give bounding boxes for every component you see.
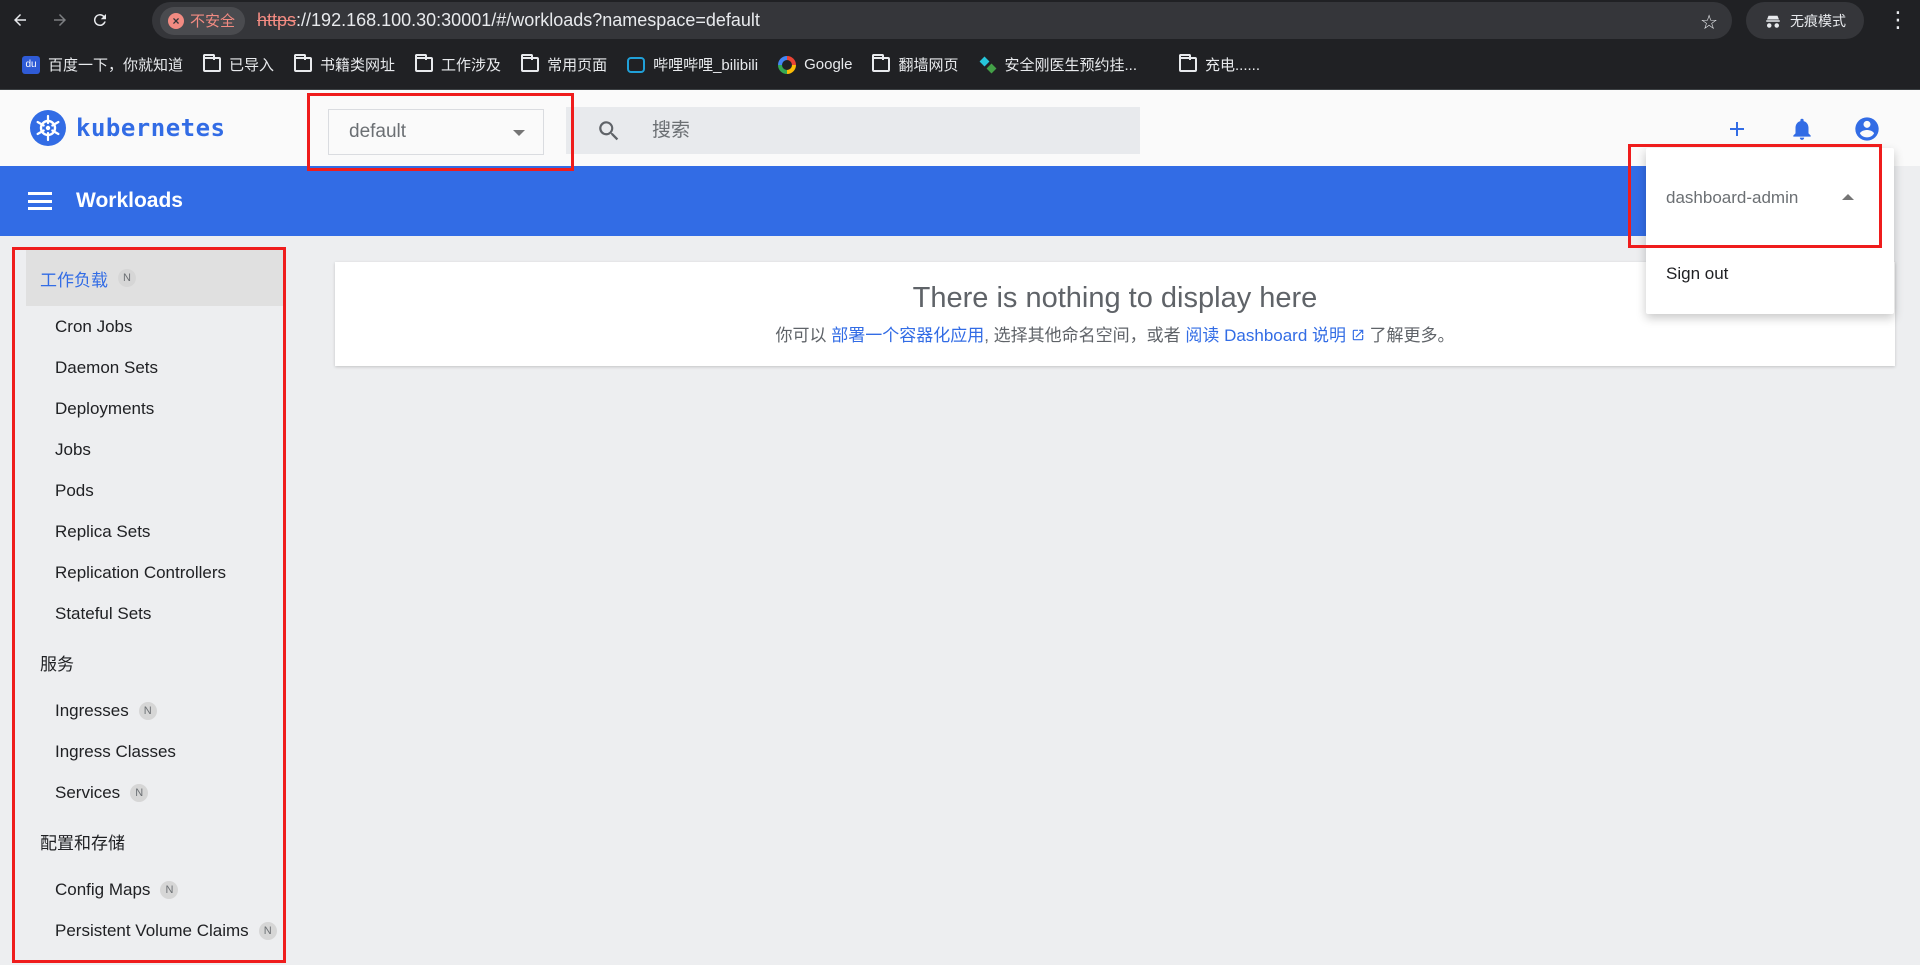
notifications-button[interactable] — [1787, 114, 1817, 144]
sidebar-item-deployments[interactable]: Deployments — [14, 388, 286, 429]
namespaced-badge: N — [118, 269, 136, 287]
namespaced-badge: N — [138, 701, 157, 720]
namespaced-badge: N — [160, 880, 179, 899]
folder-icon — [521, 54, 540, 72]
forward-button[interactable] — [40, 0, 80, 40]
arrow-left-icon — [14, 14, 26, 26]
bookmark-item[interactable]: 书籍类网址 — [284, 49, 405, 81]
reload-button[interactable] — [80, 0, 120, 40]
bookmark-item[interactable]: 翻墙网页 — [862, 49, 968, 81]
kubernetes-logo[interactable]: kubernetes — [30, 110, 226, 146]
account-circle-icon — [1855, 117, 1879, 141]
username-label[interactable]: dashboard-admin — [1666, 188, 1798, 208]
back-button[interactable] — [0, 0, 40, 40]
arrow-right-icon — [54, 14, 66, 26]
sidebar-item-replication-controllers[interactable]: Replication Controllers — [14, 552, 286, 593]
bookmark-item[interactable]: 工作涉及 — [405, 49, 511, 81]
incognito-badge[interactable]: 无痕模式 — [1746, 2, 1864, 39]
baidu-icon: du — [22, 55, 40, 74]
namespaced-badge: N — [258, 921, 277, 940]
page-title: Workloads — [76, 189, 183, 212]
folder-icon — [1179, 54, 1198, 72]
sidebar-section-config-storage[interactable]: 配置和存储 — [14, 813, 286, 869]
sidebar-item-stateful-sets[interactable]: Stateful Sets — [14, 593, 286, 634]
bookmark-item[interactable]: 哔哩哔哩_bilibili — [617, 49, 768, 81]
deploy-app-link[interactable]: 部署一个容器化应用 — [831, 326, 984, 345]
url-text[interactable]: https://192.168.100.30:30001/#/workloads… — [257, 10, 760, 31]
folder-icon — [203, 54, 222, 72]
plus-icon — [1730, 122, 1744, 136]
search-bar[interactable] — [566, 107, 1140, 154]
create-button[interactable] — [1722, 114, 1752, 144]
namespace-select[interactable]: default — [328, 109, 544, 155]
sidebar-item-ingress-classes[interactable]: Ingress Classes — [14, 731, 286, 772]
incognito-label: 无痕模式 — [1790, 12, 1846, 29]
insecure-label: 不安全 — [190, 13, 236, 30]
folder-icon — [872, 54, 891, 72]
namespaced-badge: N — [130, 783, 149, 802]
sign-out-button[interactable]: Sign out — [1666, 264, 1728, 284]
dashboard-docs-link[interactable]: 阅读 Dashboard 说明 — [1185, 326, 1364, 345]
address-bar[interactable]: × 不安全 https://192.168.100.30:30001/#/wor… — [152, 2, 1732, 39]
sidebar-item-jobs[interactable]: Jobs — [14, 429, 286, 470]
bookmark-item[interactable]: du 百度一下，你就知道 — [12, 49, 193, 81]
bell-icon — [1793, 118, 1811, 140]
bookmark-item[interactable]: 常用页面 — [511, 49, 617, 81]
app-header: kubernetes default — [0, 90, 1920, 166]
empty-state-description: 你可以 部署一个容器化应用, 选择其他命名空间，或者 阅读 Dashboard … — [775, 326, 1455, 345]
bookmark-item[interactable]: 已导入 — [193, 49, 284, 81]
bookmark-item[interactable]: 安全刚医生预约挂... — [969, 49, 1148, 81]
google-icon — [778, 55, 797, 74]
brand-name: kubernetes — [76, 114, 226, 142]
insecure-chip[interactable]: × 不安全 — [160, 6, 246, 35]
browser-toolbar: × 不安全 https://192.168.100.30:30001/#/wor… — [0, 0, 1920, 40]
sidebar-section-workloads[interactable]: 工作负载 N — [26, 250, 286, 306]
url-scheme: https — [257, 10, 297, 30]
search-input[interactable] — [652, 119, 1112, 142]
sidebar-item-pods[interactable]: Pods — [14, 470, 286, 511]
page-toolbar: Workloads — [0, 166, 1893, 236]
user-dropdown-menu: dashboard-admin Sign out — [1646, 148, 1894, 314]
sidebar-item-ingresses[interactable]: Ingresses N — [14, 690, 286, 731]
sidebar-item-services[interactable]: Services N — [14, 772, 286, 813]
sidebar-item-replica-sets[interactable]: Replica Sets — [14, 511, 286, 552]
bookmark-star-icon[interactable]: ☆ — [1700, 10, 1718, 35]
sidebar-section-services[interactable]: 服务 — [14, 634, 286, 690]
account-button[interactable] — [1852, 114, 1882, 144]
search-icon — [599, 120, 619, 140]
bookmark-item[interactable]: Google — [768, 49, 862, 81]
folder-icon — [415, 54, 434, 72]
menu-icon[interactable] — [28, 192, 52, 210]
namespace-value: default — [349, 121, 407, 142]
incognito-icon — [1766, 15, 1780, 28]
bookmarks-bar: du 百度一下，你就知道 已导入 书籍类网址 工作涉及 常用页面 哔哩哔哩_bil… — [0, 40, 1920, 90]
more-vert-icon: ⋮ — [1887, 7, 1909, 32]
site-icon — [979, 56, 997, 74]
caret-up-icon[interactable] — [1842, 194, 1854, 200]
warning-icon: × — [168, 12, 184, 29]
helm-wheel-icon — [30, 110, 66, 146]
caret-down-icon — [513, 130, 525, 136]
sidebar-nav: 工作负载 N Cron Jobs Daemon Sets Deployments… — [14, 250, 286, 965]
bookmark-item[interactable]: 充电...... — [1169, 49, 1270, 81]
reload-icon — [93, 14, 106, 27]
sidebar-item-persistent-volume-claims[interactable]: Persistent Volume Claims N — [14, 910, 286, 951]
folder-icon — [294, 54, 313, 72]
sidebar-item-config-maps[interactable]: Config Maps N — [14, 869, 286, 910]
sidebar-item-daemon-sets[interactable]: Daemon Sets — [14, 347, 286, 388]
bilibili-icon — [627, 56, 646, 73]
open-in-new-icon — [1352, 329, 1364, 341]
url-rest: ://192.168.100.30:30001/#/workloads?name… — [296, 10, 760, 30]
sidebar-item-cron-jobs[interactable]: Cron Jobs — [14, 306, 286, 347]
browser-menu-button[interactable]: ⋮ — [1878, 0, 1918, 40]
